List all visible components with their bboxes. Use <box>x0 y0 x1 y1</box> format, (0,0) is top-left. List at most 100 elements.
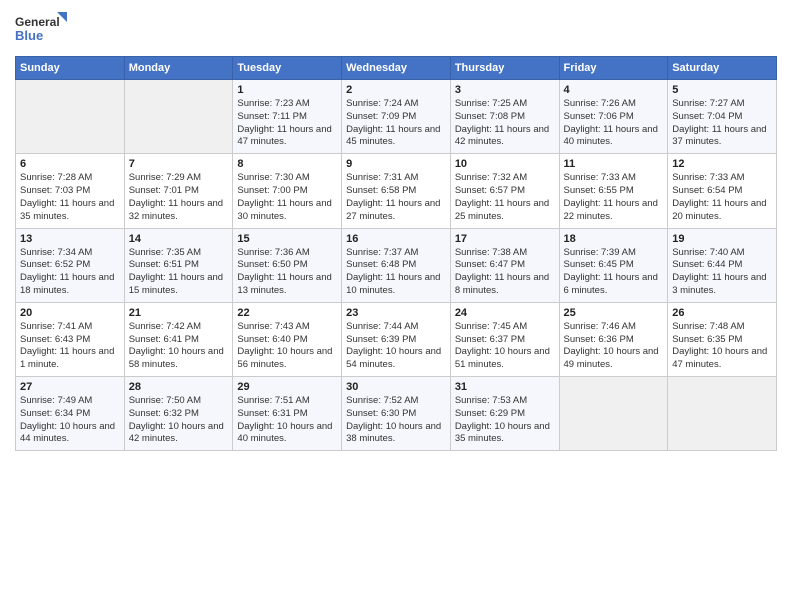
calendar-cell <box>124 80 233 154</box>
logo-svg: General Blue <box>15 10 70 48</box>
day-info: Sunrise: 7:34 AMSunset: 6:52 PMDaylight:… <box>20 247 120 298</box>
day-info: Sunrise: 7:33 AMSunset: 6:54 PMDaylight:… <box>672 172 772 223</box>
calendar-cell: 25 Sunrise: 7:46 AMSunset: 6:36 PMDayligh… <box>559 302 668 376</box>
day-number: 17 <box>455 233 555 245</box>
day-info: Sunrise: 7:38 AMSunset: 6:47 PMDaylight:… <box>455 247 555 298</box>
day-info: Sunrise: 7:39 AMSunset: 6:45 PMDaylight:… <box>564 247 664 298</box>
day-number: 5 <box>672 84 772 96</box>
calendar-cell: 10 Sunrise: 7:32 AMSunset: 6:57 PMDayligh… <box>450 154 559 228</box>
day-number: 11 <box>564 158 664 170</box>
calendar-week-row: 13 Sunrise: 7:34 AMSunset: 6:52 PMDayligh… <box>16 228 777 302</box>
calendar-cell <box>668 377 777 451</box>
day-info: Sunrise: 7:26 AMSunset: 7:06 PMDaylight:… <box>564 98 664 149</box>
day-info: Sunrise: 7:23 AMSunset: 7:11 PMDaylight:… <box>237 98 337 149</box>
calendar-cell: 13 Sunrise: 7:34 AMSunset: 6:52 PMDayligh… <box>16 228 125 302</box>
day-info: Sunrise: 7:27 AMSunset: 7:04 PMDaylight:… <box>672 98 772 149</box>
weekday-header: Sunday <box>16 57 125 80</box>
calendar-cell: 23Sunrise: 7:44 AMSunset: 6:39 PMDayligh… <box>342 302 451 376</box>
header-row: SundayMondayTuesdayWednesdayThursdayFrid… <box>16 57 777 80</box>
day-info: Sunrise: 7:49 AMSunset: 6:34 PMDaylight:… <box>20 395 120 446</box>
svg-text:Blue: Blue <box>15 28 43 43</box>
calendar-cell: 15 Sunrise: 7:36 AMSunset: 6:50 PMDayligh… <box>233 228 342 302</box>
calendar-cell: 24 Sunrise: 7:45 AMSunset: 6:37 PMDayligh… <box>450 302 559 376</box>
calendar-cell: 2 Sunrise: 7:24 AMSunset: 7:09 PMDaylight… <box>342 80 451 154</box>
weekday-header: Thursday <box>450 57 559 80</box>
calendar-cell: 31 Sunrise: 7:53 AMSunset: 6:29 PMDayligh… <box>450 377 559 451</box>
calendar-week-row: 20 Sunrise: 7:41 AMSunset: 6:43 PMDayligh… <box>16 302 777 376</box>
logo: General Blue <box>15 10 70 48</box>
weekday-header: Tuesday <box>233 57 342 80</box>
svg-text:General: General <box>15 15 60 29</box>
calendar-cell: 18Sunrise: 7:39 AMSunset: 6:45 PMDayligh… <box>559 228 668 302</box>
day-number: 15 <box>237 233 337 245</box>
day-number: 9 <box>346 158 446 170</box>
weekday-header: Saturday <box>668 57 777 80</box>
calendar-cell: 21 Sunrise: 7:42 AMSunset: 6:41 PMDayligh… <box>124 302 233 376</box>
calendar-cell: 29 Sunrise: 7:51 AMSunset: 6:31 PMDayligh… <box>233 377 342 451</box>
day-number: 14 <box>129 233 229 245</box>
day-number: 1 <box>237 84 337 96</box>
calendar-cell <box>559 377 668 451</box>
day-info: Sunrise: 7:53 AMSunset: 6:29 PMDaylight:… <box>455 395 555 446</box>
day-number: 24 <box>455 307 555 319</box>
day-number: 19 <box>672 233 772 245</box>
calendar-cell: 1 Sunrise: 7:23 AMSunset: 7:11 PMDaylight… <box>233 80 342 154</box>
day-number: 22 <box>237 307 337 319</box>
day-number: 26 <box>672 307 772 319</box>
calendar-cell: 30Sunrise: 7:52 AMSunset: 6:30 PMDayligh… <box>342 377 451 451</box>
calendar-cell: 17 Sunrise: 7:38 AMSunset: 6:47 PMDayligh… <box>450 228 559 302</box>
calendar-cell: 20 Sunrise: 7:41 AMSunset: 6:43 PMDayligh… <box>16 302 125 376</box>
calendar-cell: 4 Sunrise: 7:26 AMSunset: 7:06 PMDaylight… <box>559 80 668 154</box>
day-number: 6 <box>20 158 120 170</box>
calendar-cell: 27 Sunrise: 7:49 AMSunset: 6:34 PMDayligh… <box>16 377 125 451</box>
day-info: Sunrise: 7:51 AMSunset: 6:31 PMDaylight:… <box>237 395 337 446</box>
day-number: 23 <box>346 307 446 319</box>
day-number: 2 <box>346 84 446 96</box>
weekday-header: Friday <box>559 57 668 80</box>
day-number: 31 <box>455 381 555 393</box>
day-number: 10 <box>455 158 555 170</box>
day-number: 13 <box>20 233 120 245</box>
calendar-cell: 16Sunrise: 7:37 AMSunset: 6:48 PMDayligh… <box>342 228 451 302</box>
day-info: Sunrise: 7:36 AMSunset: 6:50 PMDaylight:… <box>237 247 337 298</box>
day-number: 28 <box>129 381 229 393</box>
day-info: Sunrise: 7:41 AMSunset: 6:43 PMDaylight:… <box>20 321 120 372</box>
day-info: Sunrise: 7:25 AMSunset: 7:08 PMDaylight:… <box>455 98 555 149</box>
day-info: Sunrise: 7:32 AMSunset: 6:57 PMDaylight:… <box>455 172 555 223</box>
day-number: 8 <box>237 158 337 170</box>
day-info: Sunrise: 7:24 AMSunset: 7:09 PMDaylight:… <box>346 98 446 149</box>
calendar-week-row: 27 Sunrise: 7:49 AMSunset: 6:34 PMDayligh… <box>16 377 777 451</box>
day-info: Sunrise: 7:48 AMSunset: 6:35 PMDaylight:… <box>672 321 772 372</box>
day-info: Sunrise: 7:43 AMSunset: 6:40 PMDaylight:… <box>237 321 337 372</box>
calendar-cell: 8 Sunrise: 7:30 AMSunset: 7:00 PMDaylight… <box>233 154 342 228</box>
day-info: Sunrise: 7:50 AMSunset: 6:32 PMDaylight:… <box>129 395 229 446</box>
day-info: Sunrise: 7:45 AMSunset: 6:37 PMDaylight:… <box>455 321 555 372</box>
day-number: 7 <box>129 158 229 170</box>
calendar-cell: 6 Sunrise: 7:28 AMSunset: 7:03 PMDaylight… <box>16 154 125 228</box>
day-info: Sunrise: 7:35 AMSunset: 6:51 PMDaylight:… <box>129 247 229 298</box>
calendar-cell: 3Sunrise: 7:25 AMSunset: 7:08 PMDaylight… <box>450 80 559 154</box>
weekday-header: Monday <box>124 57 233 80</box>
day-info: Sunrise: 7:28 AMSunset: 7:03 PMDaylight:… <box>20 172 120 223</box>
day-number: 21 <box>129 307 229 319</box>
calendar-cell: 19 Sunrise: 7:40 AMSunset: 6:44 PMDayligh… <box>668 228 777 302</box>
day-number: 29 <box>237 381 337 393</box>
weekday-header: Wednesday <box>342 57 451 80</box>
day-info: Sunrise: 7:40 AMSunset: 6:44 PMDaylight:… <box>672 247 772 298</box>
day-number: 25 <box>564 307 664 319</box>
day-info: Sunrise: 7:30 AMSunset: 7:00 PMDaylight:… <box>237 172 337 223</box>
day-info: Sunrise: 7:29 AMSunset: 7:01 PMDaylight:… <box>129 172 229 223</box>
day-number: 27 <box>20 381 120 393</box>
day-info: Sunrise: 7:46 AMSunset: 6:36 PMDaylight:… <box>564 321 664 372</box>
calendar-cell: 5 Sunrise: 7:27 AMSunset: 7:04 PMDaylight… <box>668 80 777 154</box>
day-number: 30 <box>346 381 446 393</box>
day-number: 4 <box>564 84 664 96</box>
day-info: Sunrise: 7:42 AMSunset: 6:41 PMDaylight:… <box>129 321 229 372</box>
day-info: Sunrise: 7:37 AMSunset: 6:48 PMDaylight:… <box>346 247 446 298</box>
calendar-cell: 22 Sunrise: 7:43 AMSunset: 6:40 PMDayligh… <box>233 302 342 376</box>
calendar-cell: 12Sunrise: 7:33 AMSunset: 6:54 PMDayligh… <box>668 154 777 228</box>
day-number: 20 <box>20 307 120 319</box>
page-header: General Blue <box>15 10 777 48</box>
day-info: Sunrise: 7:31 AMSunset: 6:58 PMDaylight:… <box>346 172 446 223</box>
calendar-cell <box>16 80 125 154</box>
